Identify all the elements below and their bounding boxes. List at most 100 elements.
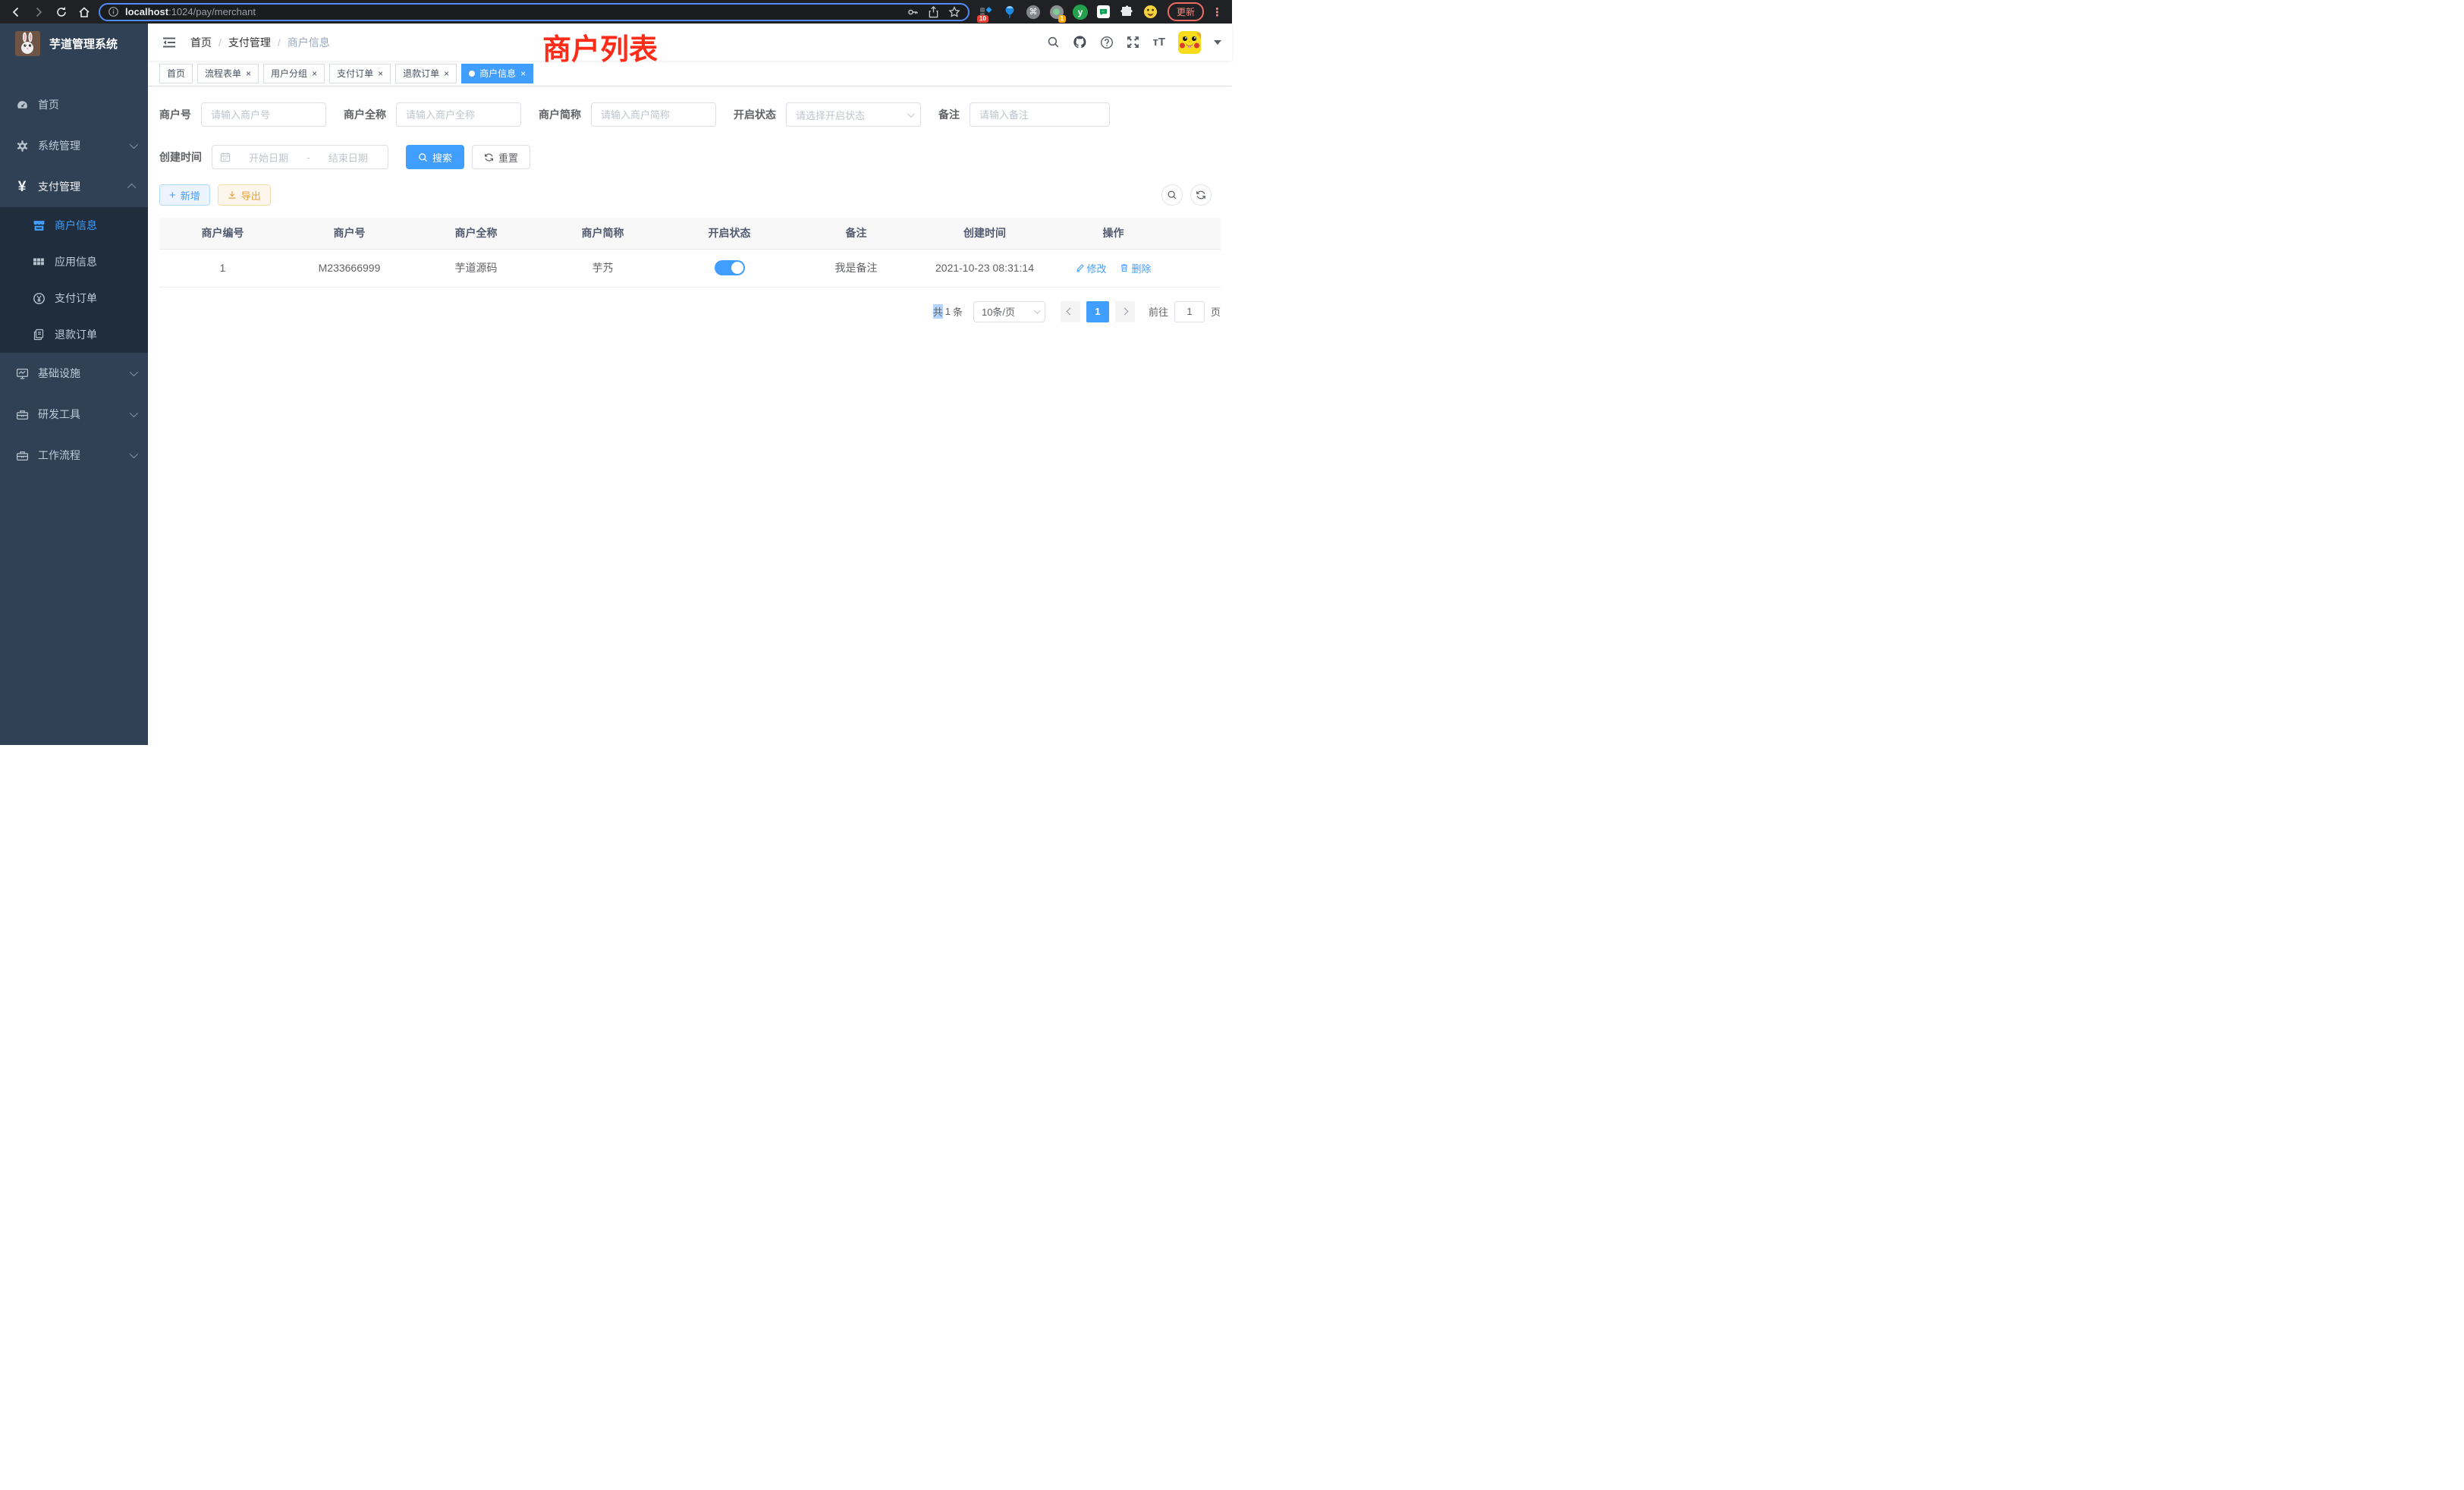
create-time-label: 创建时间 xyxy=(159,149,202,165)
cell-create-time: 2021-10-23 08:31:14 xyxy=(919,249,1050,287)
close-icon[interactable]: × xyxy=(378,69,383,78)
sidebar-item-workflow[interactable]: 工作流程 xyxy=(0,435,148,476)
search-button[interactable]: 搜索 xyxy=(406,145,464,169)
chevron-right-icon xyxy=(1121,308,1129,316)
tab-user-group[interactable]: 用户分组× xyxy=(263,64,325,83)
tab-refund-order[interactable]: 退款订单× xyxy=(395,64,457,83)
pikachu-avatar-image xyxy=(1178,31,1201,54)
full-name-input[interactable] xyxy=(396,102,521,127)
help-icon[interactable] xyxy=(1100,36,1114,49)
sidebar-item-payment[interactable]: ¥ 支付管理 xyxy=(0,166,148,207)
sidebar-item-label: 首页 xyxy=(38,97,59,112)
search-icon[interactable] xyxy=(1047,36,1060,49)
refresh-icon xyxy=(484,152,494,162)
user-avatar[interactable] xyxy=(1178,31,1201,54)
command-icon: ⌘ xyxy=(1026,5,1040,19)
prev-page-button[interactable] xyxy=(1061,301,1080,322)
date-separator: - xyxy=(306,152,310,163)
column-header: 开启状态 xyxy=(666,218,793,249)
refresh-table-button[interactable] xyxy=(1190,184,1212,206)
sidebar-logo[interactable]: 芋道管理系统 xyxy=(0,24,148,63)
sidebar-item-infra[interactable]: 基础设施 xyxy=(0,353,148,394)
edit-pen-icon xyxy=(1076,263,1085,272)
column-header: 操作 xyxy=(1050,218,1177,249)
navbar: 首页 / 支付管理 / 商户信息 商户列表 тT xyxy=(148,24,1232,61)
tab-pay-order[interactable]: 支付订单× xyxy=(329,64,391,83)
date-start-input[interactable]: 开始日期 xyxy=(237,150,300,165)
tab-label: 流程表单 xyxy=(205,67,241,80)
remark-input[interactable] xyxy=(970,102,1110,127)
tab-process-form[interactable]: 流程表单 × xyxy=(197,64,259,83)
page-size-select[interactable]: 10条/页 xyxy=(973,301,1045,322)
cell-remark: 我是备注 xyxy=(793,249,919,287)
export-button[interactable]: 导出 xyxy=(218,184,271,206)
extension-y-icon[interactable]: y xyxy=(1073,5,1088,20)
close-icon[interactable]: × xyxy=(520,69,526,78)
table-header-row: 商户编号 商户号 商户全称 商户简称 开启状态 备注 创建时间 操作 xyxy=(159,218,1221,249)
date-range-picker[interactable]: 开始日期 - 结束日期 xyxy=(212,145,388,169)
chevron-down-icon xyxy=(907,110,915,118)
share-icon[interactable] xyxy=(928,6,939,18)
browser-menu-button[interactable]: ⋮ xyxy=(1210,5,1224,19)
gear-icon xyxy=(14,140,30,152)
reload-button[interactable] xyxy=(53,4,70,20)
show-search-button[interactable] xyxy=(1161,184,1183,206)
close-icon[interactable]: × xyxy=(312,69,317,78)
sidebar-menu: 首页 系统管理 ¥ 支付管理 商户信息 xyxy=(0,84,148,476)
sidebar-item-devtools[interactable]: 研发工具 xyxy=(0,394,148,435)
address-bar[interactable]: localhost:1024/pay/merchant xyxy=(99,3,970,21)
goto-page-input[interactable] xyxy=(1174,301,1205,322)
browser-update-button[interactable]: 更新 xyxy=(1168,2,1204,21)
sidebar-item-home[interactable]: 首页 xyxy=(0,84,148,125)
add-button[interactable]: + 新增 xyxy=(159,184,210,206)
status-toggle[interactable] xyxy=(715,260,745,275)
extension-command-icon[interactable]: ⌘ xyxy=(1026,5,1041,20)
forward-button[interactable] xyxy=(30,4,47,20)
fullscreen-icon[interactable] xyxy=(1127,36,1139,49)
extension-proxy-icon[interactable]: 1 xyxy=(1049,5,1064,20)
home-button[interactable] xyxy=(76,4,93,20)
sidebar-item-merchant-info[interactable]: 商户信息 xyxy=(0,207,148,244)
page-number-1[interactable]: 1 xyxy=(1086,301,1109,322)
bookmark-star-icon[interactable] xyxy=(948,6,960,18)
extensions-puzzle-icon[interactable] xyxy=(1120,5,1135,20)
password-key-icon[interactable] xyxy=(907,6,919,18)
sidebar-item-app-info[interactable]: 应用信息 xyxy=(0,244,148,280)
search-button-label: 搜索 xyxy=(432,150,452,165)
goto-label: 前往 xyxy=(1149,304,1168,319)
sidebar-item-system[interactable]: 系统管理 xyxy=(0,125,148,166)
font-size-icon[interactable]: тT xyxy=(1152,36,1165,49)
edit-link[interactable]: 修改 xyxy=(1076,261,1107,275)
next-page-button[interactable] xyxy=(1115,301,1135,322)
merchant-no-input[interactable] xyxy=(201,102,326,127)
extension-kite-icon[interactable] xyxy=(1002,5,1017,20)
github-icon[interactable] xyxy=(1073,35,1087,49)
browser-profile-avatar[interactable] xyxy=(1143,5,1158,20)
chevron-left-icon xyxy=(1067,308,1074,316)
close-icon[interactable]: × xyxy=(246,69,251,78)
sidebar-item-pay-order[interactable]: 支付订单 xyxy=(0,280,148,316)
status-select[interactable]: 请选择开启状态 xyxy=(786,102,921,127)
extension-grid-icon[interactable]: 10 xyxy=(979,5,994,20)
breadcrumb-home[interactable]: 首页 xyxy=(190,35,212,50)
sidebar-item-refund-order[interactable]: 退款订单 xyxy=(0,316,148,353)
avatar-caret-icon[interactable] xyxy=(1214,40,1221,45)
trash-icon xyxy=(1120,263,1129,272)
tab-merchant-info[interactable]: 商户信息 × xyxy=(461,64,533,83)
close-icon[interactable]: × xyxy=(444,69,449,78)
yen-icon: ¥ xyxy=(14,180,30,194)
sidebar-toggle-button[interactable] xyxy=(157,30,181,55)
grid-icon xyxy=(30,256,47,268)
back-button[interactable] xyxy=(8,4,24,20)
date-end-input[interactable]: 结束日期 xyxy=(316,150,380,165)
short-name-input[interactable] xyxy=(591,102,716,127)
tab-home[interactable]: 首页 xyxy=(159,64,193,83)
reset-button[interactable]: 重置 xyxy=(472,145,530,169)
pagination-total: 共 1 条 xyxy=(933,304,963,319)
breadcrumb-payment[interactable]: 支付管理 xyxy=(228,35,271,50)
document-icon xyxy=(30,328,47,341)
tab-label: 商户信息 xyxy=(479,67,516,80)
site-info-icon[interactable] xyxy=(108,6,119,17)
delete-link[interactable]: 删除 xyxy=(1120,261,1151,275)
extension-chat-icon[interactable] xyxy=(1096,5,1111,20)
